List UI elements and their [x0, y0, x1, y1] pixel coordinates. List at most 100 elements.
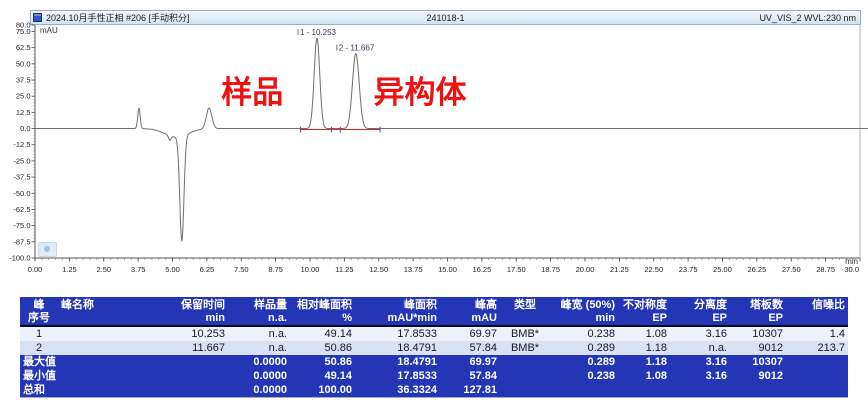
summary-row-2[interactable]: 总和0.0000100.0036.3324127.81	[20, 383, 848, 398]
table-cell: 3.16	[670, 369, 730, 383]
y-tick-label: 75.0	[16, 27, 31, 36]
x-tick-label: 8.75	[268, 265, 283, 274]
table-cell: 1	[20, 326, 58, 341]
table-cell: 0.238	[550, 326, 618, 341]
table-cell: 17.8533	[355, 369, 440, 383]
table-cell	[730, 383, 786, 398]
x-tick-label: 20.00	[576, 265, 595, 274]
column-header-2[interactable]: 保留时间min	[148, 297, 228, 326]
table-cell: 49.14	[290, 326, 355, 341]
y-tick-label: -75.0	[13, 221, 30, 230]
column-header-11[interactable]: 塔板数EP	[730, 297, 786, 326]
table-cell: 17.8533	[355, 326, 440, 341]
x-tick-label: 17.50	[507, 265, 526, 274]
y-tick-label: -37.5	[13, 173, 30, 182]
x-tick-label: 23.75	[679, 265, 698, 274]
table-cell: 50.86	[290, 355, 355, 369]
x-tick-label: 30.0	[844, 265, 859, 274]
y-tick-label: -87.5	[13, 237, 30, 246]
peak-label: 1 - 10.253	[300, 28, 337, 37]
table-cell: 总和	[20, 383, 58, 398]
table-cell	[58, 355, 148, 369]
column-header-12[interactable]: 信噪比	[786, 297, 848, 326]
table-cell	[148, 383, 228, 398]
y-tick-label: 12.5	[16, 108, 31, 117]
results-table-header: 峰序号峰名称 保留时间min样品量n.a.相对峰面积%峰面积mAU*min峰高m…	[20, 297, 848, 326]
integration-results-table: 峰序号峰名称 保留时间min样品量n.a.相对峰面积%峰面积mAU*min峰高m…	[20, 297, 848, 398]
y-tick-label: 0.0	[20, 124, 30, 133]
table-cell: 57.84	[440, 341, 500, 355]
x-tick-label: 0.00	[28, 265, 43, 274]
table-cell: 1.18	[618, 341, 670, 355]
table-cell	[500, 355, 550, 369]
y-tick-label: 25.0	[16, 92, 31, 101]
y-tick-label: -50.0	[13, 189, 30, 198]
column-header-10[interactable]: 分离度EP	[670, 297, 730, 326]
summary-row-0[interactable]: 最大值0.000050.8618.479169.970.2891.183.161…	[20, 355, 848, 369]
table-cell	[58, 341, 148, 355]
x-tick-label: 5.00	[165, 265, 180, 274]
table-cell	[148, 369, 228, 383]
table-cell: 9012	[730, 369, 786, 383]
y-tick-label: 50.0	[16, 59, 31, 68]
table-cell: 0.289	[550, 355, 618, 369]
peak-row-1[interactable]: 110.253n.a.49.1417.853369.97BMB*0.2381.0…	[20, 326, 848, 341]
table-cell: 0.0000	[228, 355, 290, 369]
y-tick-label: 62.5	[16, 43, 31, 52]
table-cell	[618, 383, 670, 398]
peak-label: 2 - 11.667	[339, 44, 375, 53]
y-tick-label: -62.5	[13, 205, 30, 214]
table-cell: 1.4	[786, 326, 848, 341]
x-tick-label: 16.25	[472, 265, 491, 274]
chromatography-report-page: 2024.10月手性正相 #206 [手动积分] 241018-1 UV_VIS…	[0, 0, 868, 417]
table-cell: 11.667	[148, 341, 228, 355]
table-cell: 0.0000	[228, 383, 290, 398]
header-row: 峰序号峰名称 保留时间min样品量n.a.相对峰面积%峰面积mAU*min峰高m…	[20, 297, 848, 326]
column-header-4[interactable]: 相对峰面积%	[290, 297, 355, 326]
table-cell: 127.81	[440, 383, 500, 398]
table-cell: 18.4791	[355, 355, 440, 369]
table-cell: n.a.	[228, 341, 290, 355]
table-cell: 0.0000	[228, 369, 290, 383]
x-tick-label: 2.50	[96, 265, 111, 274]
column-header-8[interactable]: 峰宽 (50%)min	[550, 297, 618, 326]
column-header-6[interactable]: 峰高mAU	[440, 297, 500, 326]
column-header-1[interactable]: 峰名称	[58, 297, 148, 326]
table-cell: 10307	[730, 326, 786, 341]
table-cell: 最小值	[20, 369, 58, 383]
table-cell: n.a.	[228, 326, 290, 341]
y-axis-unit: mAU	[40, 26, 58, 35]
table-cell: 69.97	[440, 326, 500, 341]
column-header-0[interactable]: 峰序号	[20, 297, 58, 326]
annotation-sample: 样品	[221, 75, 283, 110]
chromatogram-plot[interactable]: 80.075.062.550.037.525.012.50.0-12.5-25.…	[0, 20, 868, 278]
y-tick-label: 37.5	[16, 76, 31, 85]
x-tick-label: 7.50	[234, 265, 249, 274]
y-tick-label: -100.0	[9, 254, 30, 263]
column-header-9[interactable]: 不对称度EP	[618, 297, 670, 326]
table-cell: 9012	[730, 341, 786, 355]
peak-row-2[interactable]: 211.667n.a.50.8618.479157.84BMB*0.2891.1…	[20, 341, 848, 355]
column-header-5[interactable]: 峰面积mAU*min	[355, 297, 440, 326]
x-tick-label: 11.25	[335, 265, 353, 274]
table-cell	[58, 383, 148, 398]
annotation-isomer: 异构体	[374, 75, 467, 110]
y-tick-label: -25.0	[13, 156, 30, 165]
table-cell	[58, 326, 148, 341]
table-cell: 1.08	[618, 369, 670, 383]
column-header-3[interactable]: 样品量n.a.	[228, 297, 290, 326]
column-header-7[interactable]: 类型	[500, 297, 550, 326]
chromatogram-trace	[35, 38, 868, 241]
table-cell: 3.16	[670, 326, 730, 341]
table-cell: BMB*	[500, 341, 550, 355]
table-cell: 213.7	[786, 341, 848, 355]
table-cell: 49.14	[290, 369, 355, 383]
table-cell: 1.18	[618, 355, 670, 369]
table-cell: 1.08	[618, 326, 670, 341]
x-tick-label: 22.50	[644, 265, 663, 274]
table-cell	[786, 369, 848, 383]
summary-row-1[interactable]: 最小值0.000049.1417.853357.840.2381.083.169…	[20, 369, 848, 383]
x-tick-label: 12.50	[369, 265, 388, 274]
table-cell	[148, 355, 228, 369]
table-cell	[58, 369, 148, 383]
